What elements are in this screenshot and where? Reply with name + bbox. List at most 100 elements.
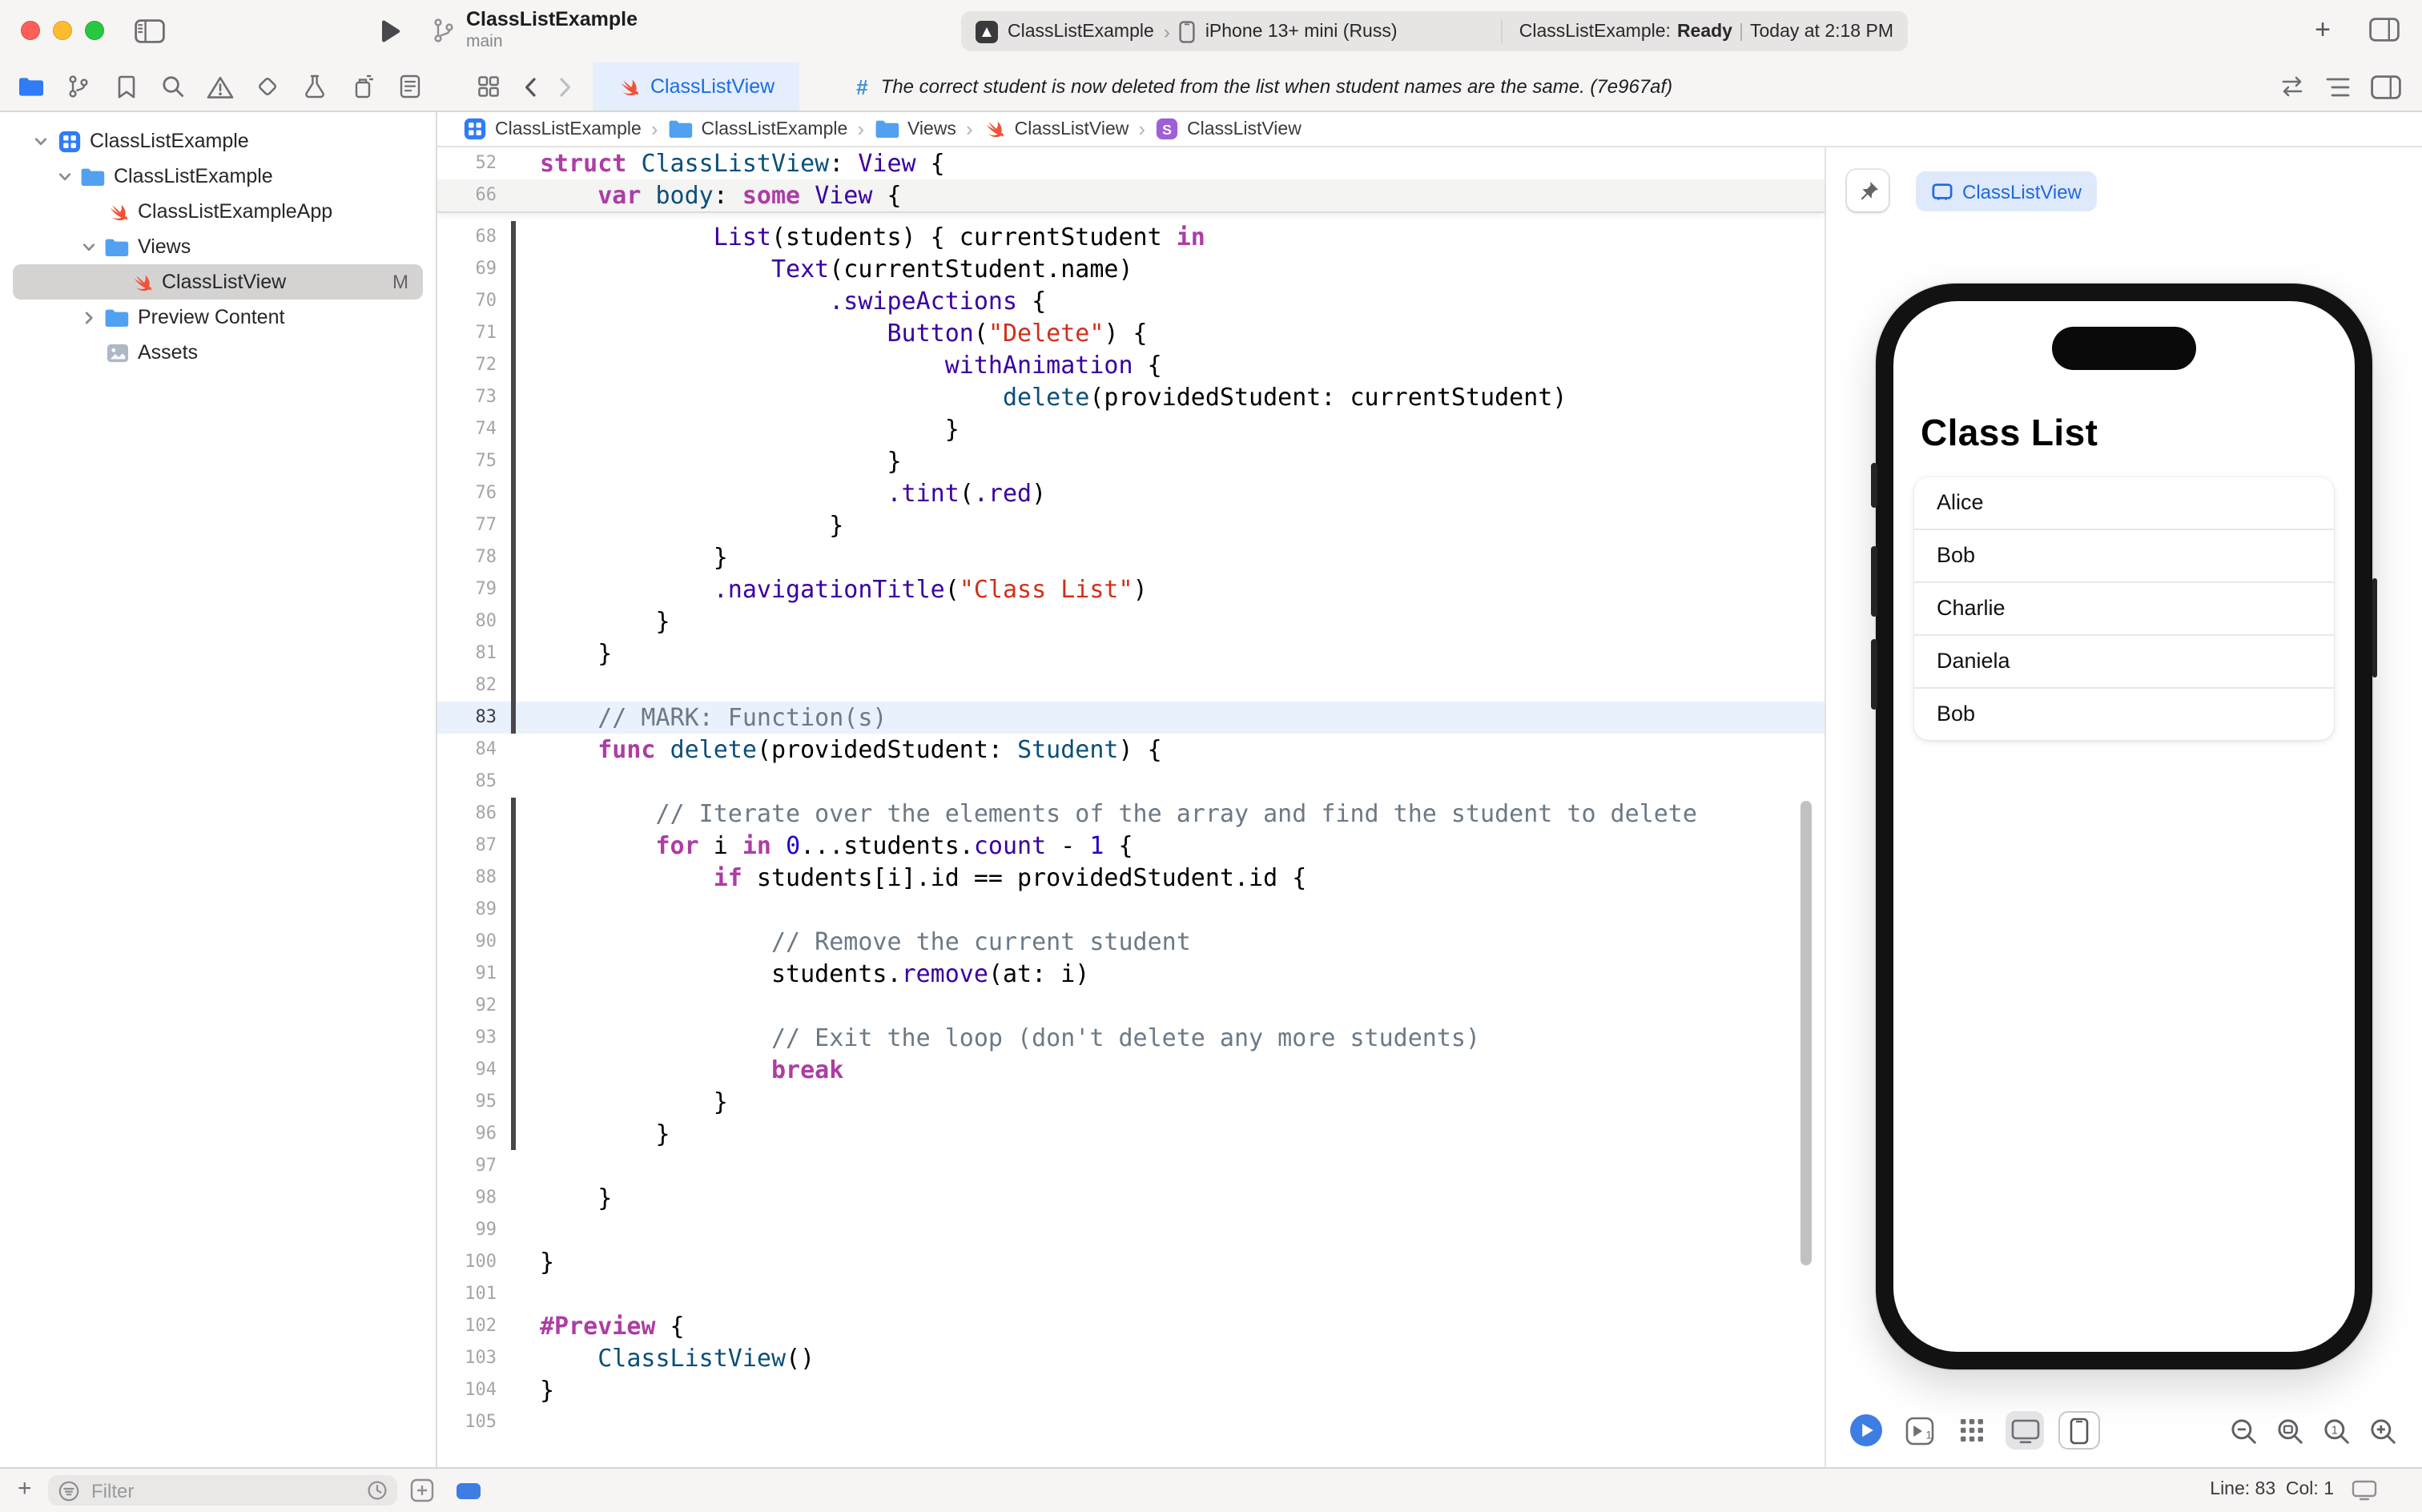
code-line-88[interactable]: 88 if students[i].id == providedStudent.… [437, 862, 1825, 894]
code-line-100[interactable]: 100} [437, 1246, 1825, 1278]
chevron-right-icon[interactable] [77, 310, 101, 324]
run-destination[interactable]: iPhone 13+ mini (Russ) [1205, 22, 1398, 41]
code-line-97[interactable]: 97 [437, 1150, 1825, 1182]
code-editor[interactable]: 68 List(students) { currentStudent in69 … [437, 147, 1825, 1467]
breadcrumb-item[interactable]: Views [874, 119, 956, 139]
code-line-77[interactable]: 77 } [437, 509, 1825, 541]
zoom-out-icon[interactable] [2227, 1414, 2260, 1448]
preview-on-device-icon[interactable]: 1 [1900, 1411, 1938, 1450]
add-item-button[interactable]: + [18, 1475, 32, 1502]
close-window-button[interactable] [21, 21, 40, 40]
jump-list-icon[interactable] [2326, 76, 2350, 97]
list-item[interactable]: Daniela [1914, 636, 2334, 689]
zoom-fit-icon[interactable] [2273, 1414, 2307, 1448]
code-line-93[interactable]: 93 // Exit the loop (don't delete any mo… [437, 1022, 1825, 1054]
sidebar-item-classlistview[interactable]: ClassListViewM [13, 264, 423, 300]
source-control-navigator-icon[interactable] [65, 73, 92, 100]
editor-grid-icon[interactable] [476, 74, 501, 99]
code-line-90[interactable]: 90 // Remove the current student [437, 926, 1825, 958]
code-line-104[interactable]: 104} [437, 1374, 1825, 1406]
list-item[interactable]: Alice [1914, 477, 2334, 530]
scheme-name[interactable]: ClassListExample [1008, 22, 1154, 41]
code-line-66[interactable]: 66 var body: some View { [437, 179, 1825, 211]
tests-navigator-icon[interactable] [254, 73, 281, 100]
debug-navigator-icon[interactable] [348, 73, 376, 100]
issues-navigator-icon[interactable] [207, 73, 234, 100]
code-line-74[interactable]: 74 } [437, 413, 1825, 445]
code-line-103[interactable]: 103 ClassListView() [437, 1342, 1825, 1374]
code-line-68[interactable]: 68 List(students) { currentStudent in [437, 221, 1825, 253]
code-line-69[interactable]: 69 Text(currentStudent.name) [437, 253, 1825, 285]
code-line-86[interactable]: 86 // Iterate over the elements of the a… [437, 798, 1825, 830]
activity-view[interactable]: ClassListExample › iPhone 13+ mini (Russ… [961, 11, 1908, 51]
code-line-87[interactable]: 87 for i in 0...students.count - 1 { [437, 830, 1825, 862]
toggle-navigator-icon[interactable] [135, 19, 165, 43]
code-line-80[interactable]: 80 } [437, 605, 1825, 637]
sidebar-item-assets[interactable]: Assets [13, 335, 423, 370]
code-line-78[interactable]: 78 } [437, 541, 1825, 573]
preview-chip[interactable]: ClassListView [1916, 171, 2098, 211]
code-line-101[interactable]: 101 [437, 1278, 1825, 1310]
breadcrumb-item[interactable]: ClassListView [983, 117, 1129, 141]
minimize-window-button[interactable] [53, 21, 72, 40]
zoom-window-button[interactable] [85, 21, 104, 40]
reports-navigator-icon[interactable] [396, 73, 423, 100]
run-button[interactable] [380, 19, 400, 43]
device-settings-icon[interactable] [2006, 1411, 2044, 1450]
code-line-96[interactable]: 96 } [437, 1118, 1825, 1150]
code-line-79[interactable]: 79 .navigationTitle("Class List") [437, 573, 1825, 605]
breadcrumb-item[interactable]: ClassListExample [463, 117, 642, 141]
code-line-92[interactable]: 92 [437, 990, 1825, 1022]
project-navigator-icon[interactable] [18, 73, 45, 100]
zoom-in-icon[interactable] [2366, 1414, 2400, 1448]
sidebar-item-classlistexample[interactable]: ClassListExample [13, 159, 423, 194]
swap-editors-icon[interactable] [2279, 75, 2305, 98]
filter-input[interactable] [88, 1478, 359, 1503]
find-navigator-icon[interactable] [159, 73, 187, 100]
code-line-71[interactable]: 71 Button("Delete") { [437, 317, 1825, 349]
new-tab-button[interactable]: + [2315, 16, 2331, 43]
flag-filter-icon[interactable] [410, 1478, 434, 1502]
code-line-102[interactable]: 102#Preview { [437, 1310, 1825, 1342]
tab-classlistview[interactable]: ClassListView [593, 62, 799, 111]
chevron-down-icon[interactable] [77, 239, 101, 254]
code-line-89[interactable]: 89 [437, 894, 1825, 926]
bookmarks-navigator-icon[interactable] [112, 73, 139, 100]
breadcrumb-item[interactable]: ClassListExample [668, 119, 848, 139]
sidebar-item-preview-content[interactable]: Preview Content [13, 300, 423, 335]
code-line-70[interactable]: 70 .swipeActions { [437, 285, 1825, 317]
code-line-95[interactable]: 95 } [437, 1086, 1825, 1118]
code-line-85[interactable]: 85 [437, 766, 1825, 798]
list-item[interactable]: Bob [1914, 689, 2334, 740]
pin-button[interactable] [1847, 170, 1889, 211]
forward-icon[interactable] [559, 76, 572, 97]
live-preview-button[interactable] [1847, 1411, 1885, 1450]
zoom-actual-icon[interactable]: 1 [2319, 1414, 2353, 1448]
variants-icon[interactable] [1953, 1411, 1991, 1450]
code-line-72[interactable]: 72 withAnimation { [437, 349, 1825, 381]
code-line-52[interactable]: 52struct ClassListView: View { [437, 147, 1825, 179]
editor-scrollbar[interactable] [1800, 801, 1812, 1265]
filter-field[interactable] [48, 1475, 397, 1506]
back-icon[interactable] [524, 76, 537, 97]
chevron-down-icon[interactable] [53, 169, 77, 183]
performance-navigator-icon[interactable] [301, 73, 328, 100]
code-line-73[interactable]: 73 delete(providedStudent: currentStuden… [437, 381, 1825, 413]
inspector-panel-icon[interactable] [2371, 74, 2401, 99]
preview-screen[interactable]: Class List AliceBobCharlieDanielaBob [1893, 301, 2355, 1352]
list-item[interactable]: Charlie [1914, 583, 2334, 636]
device-bezels-icon[interactable] [2058, 1411, 2100, 1450]
list-item[interactable]: Bob [1914, 530, 2334, 583]
code-line-105[interactable]: 105 [437, 1406, 1825, 1438]
clock-icon[interactable] [367, 1480, 388, 1501]
breadcrumb-item[interactable]: SClassListView [1155, 117, 1302, 141]
code-line-83[interactable]: 83 // MARK: Function(s) [437, 702, 1825, 734]
sidebar-item-classlistexample[interactable]: ClassListExample [13, 123, 423, 159]
editor-layout-icon[interactable] [2369, 18, 2400, 42]
chevron-down-icon[interactable] [29, 134, 53, 148]
code-line-82[interactable]: 82 [437, 670, 1825, 702]
sidebar-item-classlistexampleapp[interactable]: ClassListExampleApp [13, 194, 423, 229]
code-line-99[interactable]: 99 [437, 1214, 1825, 1246]
code-line-98[interactable]: 98 } [437, 1182, 1825, 1214]
code-line-81[interactable]: 81 } [437, 637, 1825, 670]
